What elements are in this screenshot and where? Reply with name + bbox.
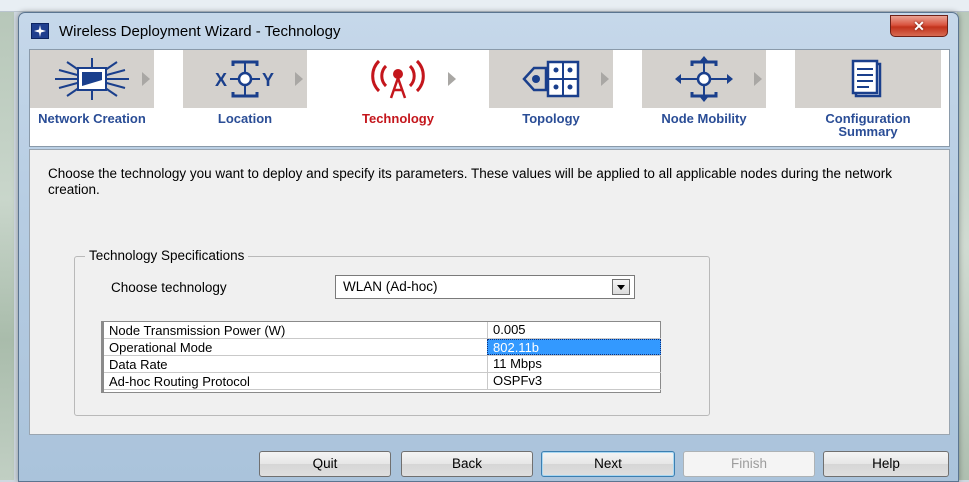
step-box: X Y <box>183 50 307 108</box>
finish-button[interactable]: Finish <box>683 451 815 477</box>
background-map-left <box>0 12 14 480</box>
svg-text:Y: Y <box>262 70 274 90</box>
help-button[interactable]: Help <box>823 451 949 477</box>
param-name: Data Rate <box>109 357 168 372</box>
step-label: Configuration Summary <box>825 111 911 139</box>
parameters-grid: Node Transmission Power (W) 0.005 Operat… <box>101 321 661 393</box>
param-name: Node Transmission Power (W) <box>109 323 286 338</box>
wizard-steps: Network Creation X Y Location Technology… <box>29 49 950 147</box>
technology-select[interactable]: WLAN (Ad-hoc) <box>335 275 635 299</box>
wireless-tower-icon <box>353 56 443 105</box>
technology-select-value: WLAN (Ad-hoc) <box>343 279 438 294</box>
technology-specifications-group: Technology Specifications Choose technol… <box>74 248 710 416</box>
table-row[interactable]: Ad-hoc Routing Protocol OSPFv3 <box>104 373 661 390</box>
quit-button[interactable]: Quit <box>259 451 391 477</box>
choose-technology-label: Choose technology <box>111 280 227 295</box>
location-icon: X Y <box>200 56 290 105</box>
step-box <box>336 50 460 108</box>
configuration-summary-icon <box>823 56 913 105</box>
title-bar[interactable]: Wireless Deployment Wizard - Technology … <box>19 13 958 47</box>
step-box <box>642 50 766 108</box>
step-box <box>795 50 941 108</box>
step-box <box>489 50 613 108</box>
step-network-creation[interactable]: Network Creation <box>30 50 160 148</box>
step-node-mobility[interactable]: Node Mobility <box>642 50 772 148</box>
param-name: Operational Mode <box>109 340 213 355</box>
close-button[interactable]: ✕ <box>890 15 948 37</box>
step-label: Technology <box>362 111 434 126</box>
step-label: Location <box>217 111 273 126</box>
next-button[interactable]: Next <box>541 451 675 477</box>
technology-panel: Choose the technology you want to deploy… <box>29 149 950 435</box>
step-arrow-icon <box>601 72 609 86</box>
param-value[interactable]: 0.005 <box>487 322 661 338</box>
step-arrow-icon <box>448 72 456 86</box>
chevron-down-icon[interactable] <box>612 279 630 295</box>
param-value[interactable]: 11 Mbps <box>487 356 661 372</box>
param-value[interactable]: 802.11b <box>487 339 661 355</box>
step-location[interactable]: X Y Location <box>183 50 313 148</box>
table-row[interactable]: Operational Mode 802.11b <box>104 339 661 356</box>
step-configuration-summary[interactable]: Configuration Summary <box>795 50 945 148</box>
step-label: Node Mobility <box>661 111 747 126</box>
step-arrow-icon <box>295 72 303 86</box>
step-arrow-icon <box>142 72 150 86</box>
app-icon <box>31 23 49 39</box>
param-value[interactable]: OSPFv3 <box>487 373 661 389</box>
table-row[interactable]: Data Rate 11 Mbps <box>104 356 661 373</box>
step-topology[interactable]: Topology <box>489 50 619 148</box>
intro-text: Choose the technology you want to deploy… <box>48 166 893 197</box>
back-button[interactable]: Back <box>401 451 533 477</box>
group-title: Technology Specifications <box>85 248 249 263</box>
svg-text:X: X <box>215 70 227 90</box>
step-label: Topology <box>522 111 580 126</box>
param-name: Ad-hoc Routing Protocol <box>109 374 250 389</box>
network-creation-icon <box>47 56 137 105</box>
background-app-strip <box>0 0 969 12</box>
step-label: Network Creation <box>38 111 146 126</box>
node-mobility-icon <box>659 56 749 105</box>
wizard-window: Wireless Deployment Wizard - Technology … <box>18 12 959 482</box>
step-box <box>30 50 154 108</box>
table-row[interactable]: Node Transmission Power (W) 0.005 <box>104 322 661 339</box>
step-technology[interactable]: Technology <box>336 50 466 148</box>
topology-icon <box>506 56 596 105</box>
step-arrow-icon <box>754 72 762 86</box>
window-title: Wireless Deployment Wizard - Technology <box>59 23 341 40</box>
